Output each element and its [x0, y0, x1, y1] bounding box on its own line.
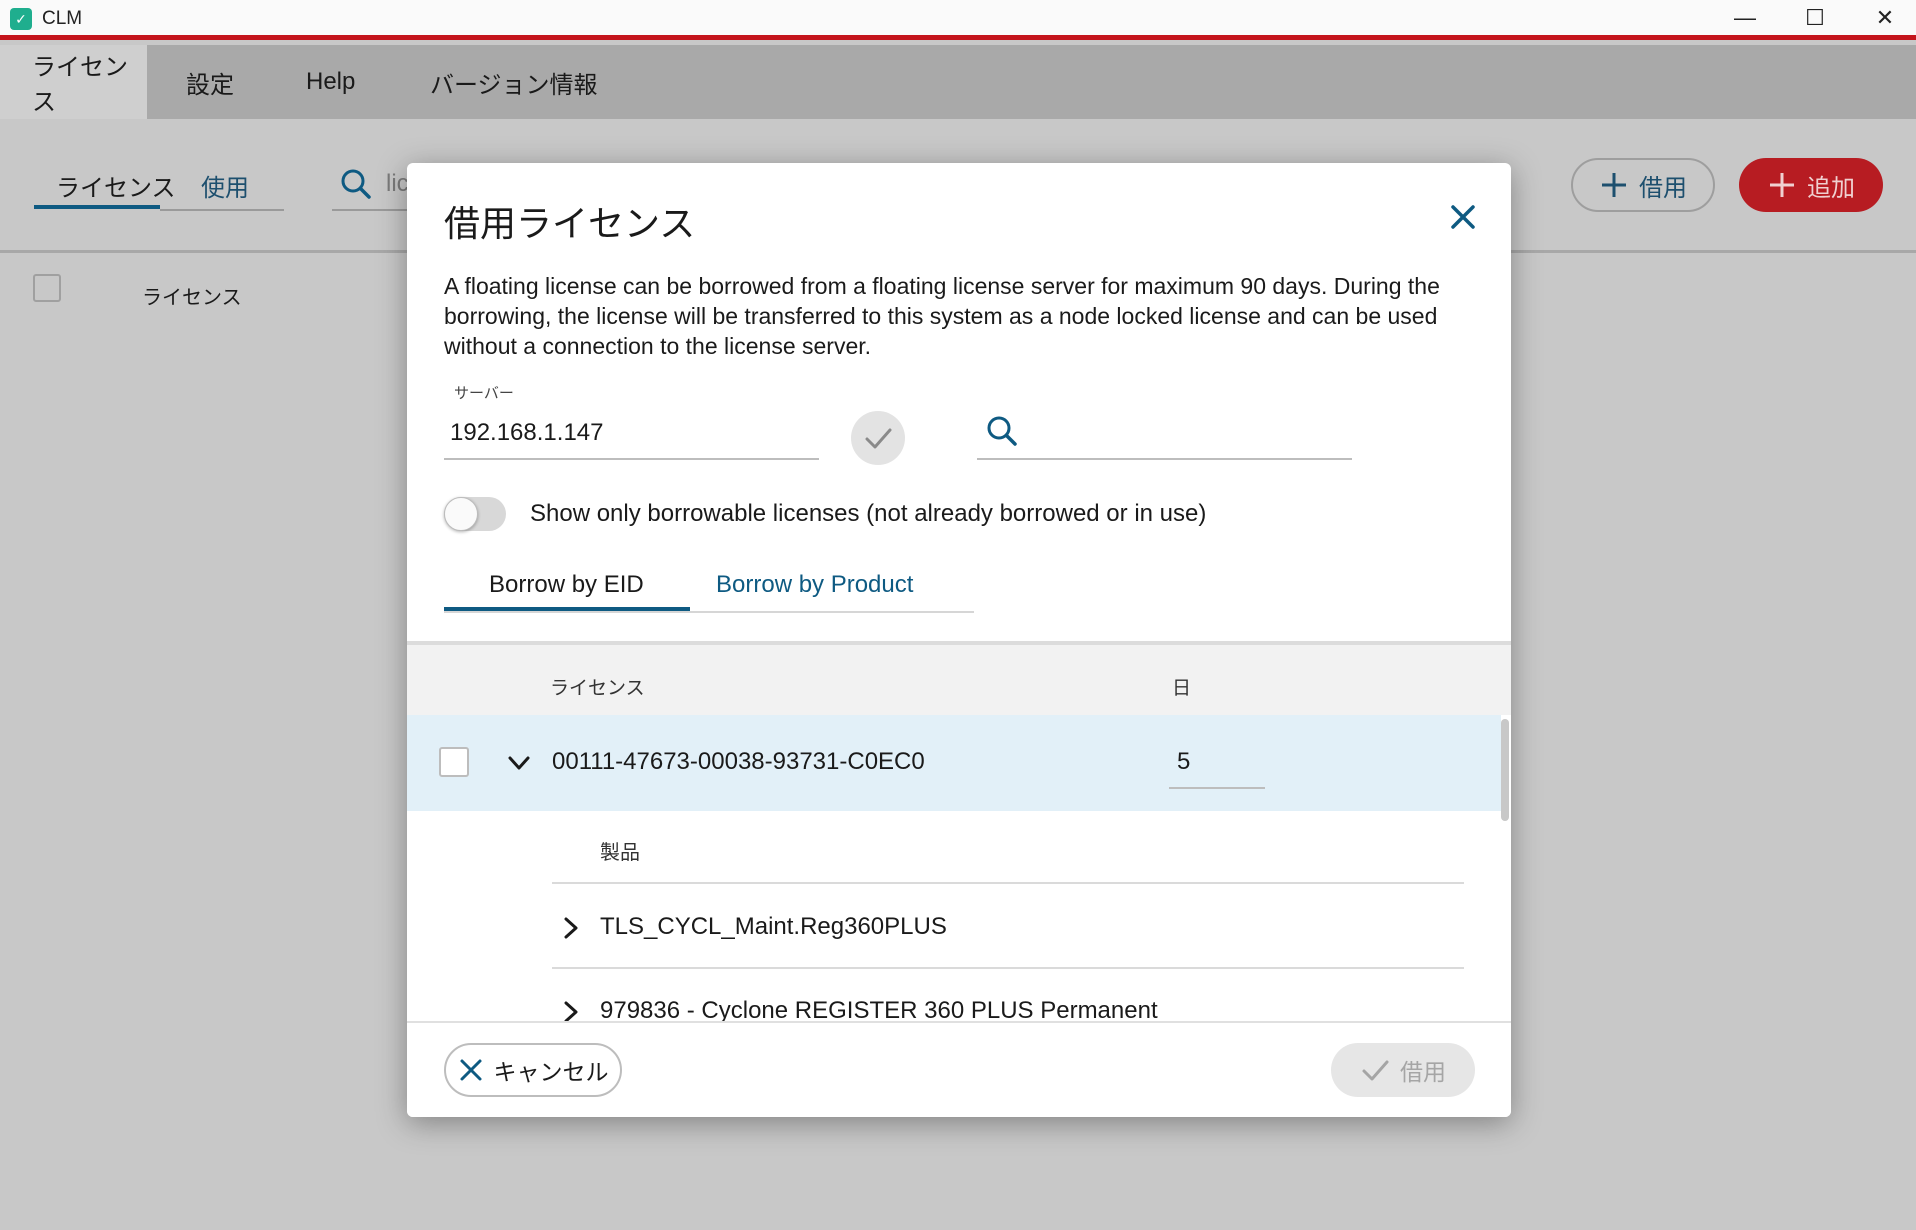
app-logo-icon: ✓	[10, 8, 32, 30]
plus-icon	[1770, 173, 1794, 197]
cancel-button-label: キャンセル	[493, 1059, 609, 1085]
chevron-down-icon[interactable]	[507, 751, 531, 780]
plus-icon	[1602, 173, 1626, 197]
menu-bar: ライセンス 設定 Help バージョン情報	[0, 45, 1916, 119]
column-header-license: ライセンス	[550, 678, 645, 699]
app-title: CLM	[42, 8, 83, 29]
column-header-days: 日	[1172, 678, 1192, 699]
check-icon	[865, 428, 892, 449]
tab-borrow-by-eid[interactable]: Borrow by EID	[489, 571, 644, 599]
days-field[interactable]: 5	[1177, 748, 1190, 776]
search-icon[interactable]	[340, 168, 372, 205]
cancel-button[interactable]: キャンセル	[444, 1043, 622, 1097]
add-button[interactable]: 追加	[1739, 158, 1883, 212]
close-icon	[460, 1059, 481, 1081]
borrowable-only-toggle[interactable]	[444, 497, 506, 531]
borrow-button-label: 借用	[1639, 174, 1687, 202]
confirm-borrow-label: 借用	[1400, 1059, 1446, 1085]
products-divider	[552, 882, 1464, 884]
dialog-description: A floating license can be borrowed from …	[444, 273, 1440, 359]
chevron-right-icon[interactable]	[559, 916, 583, 945]
subtab-underline	[34, 205, 160, 209]
toggle-knob	[444, 497, 478, 531]
close-icon[interactable]: ✕	[1850, 0, 1916, 36]
borrow-button[interactable]: 借用	[1571, 158, 1715, 212]
products-header: 製品	[600, 842, 640, 864]
check-icon	[1362, 1060, 1389, 1081]
row-checkbox[interactable]	[439, 747, 469, 777]
dialog-title: 借用ライセンス	[444, 203, 696, 244]
column-header-license: ライセンス	[142, 287, 242, 309]
menu-item-license[interactable]: ライセンス	[0, 45, 147, 119]
server-field[interactable]: 192.168.1.147	[450, 419, 603, 447]
search-input[interactable]: lic	[386, 170, 409, 198]
product-divider	[552, 967, 1464, 969]
confirm-borrow-button[interactable]: 借用	[1331, 1043, 1475, 1097]
filter-underline	[977, 458, 1352, 460]
select-all-checkbox[interactable]	[33, 274, 61, 302]
subtab-license[interactable]: ライセンス	[56, 168, 176, 203]
menu-item-version[interactable]: バージョン情報	[430, 45, 598, 119]
server-underline	[444, 458, 819, 460]
search-underline	[332, 209, 412, 211]
server-label: サーバー	[454, 385, 514, 402]
license-eid: 00111-47673-00038-93731-C0EC0	[552, 748, 925, 775]
verify-server-button[interactable]	[851, 411, 905, 465]
days-underline	[1169, 787, 1265, 789]
subtabs-line	[160, 209, 284, 211]
toggle-label: Show only borrowable licenses (not alrea…	[530, 500, 1207, 527]
list-item[interactable]: TLS_CYCL_Maint.Reg360PLUS	[600, 913, 947, 941]
minimize-icon[interactable]: —	[1710, 0, 1780, 36]
add-button-label: 追加	[1807, 174, 1855, 202]
tab-borrow-by-product[interactable]: Borrow by Product	[716, 571, 913, 599]
title-bar: ✓ CLM — ☐ ✕	[0, 0, 1916, 40]
menu-item-settings[interactable]: 設定	[186, 45, 234, 119]
subtab-usage[interactable]: 使用	[201, 168, 249, 203]
borrow-license-dialog: 借用ライセンス A floating license can be borrow…	[407, 163, 1511, 1117]
search-icon[interactable]	[986, 415, 1018, 452]
scrollbar[interactable]	[1501, 719, 1509, 821]
license-filter-input[interactable]	[1029, 418, 1349, 444]
maximize-icon[interactable]: ☐	[1780, 0, 1850, 36]
close-icon[interactable]	[1443, 197, 1483, 237]
tabs-line	[444, 611, 974, 613]
menu-item-help[interactable]: Help	[306, 45, 355, 119]
